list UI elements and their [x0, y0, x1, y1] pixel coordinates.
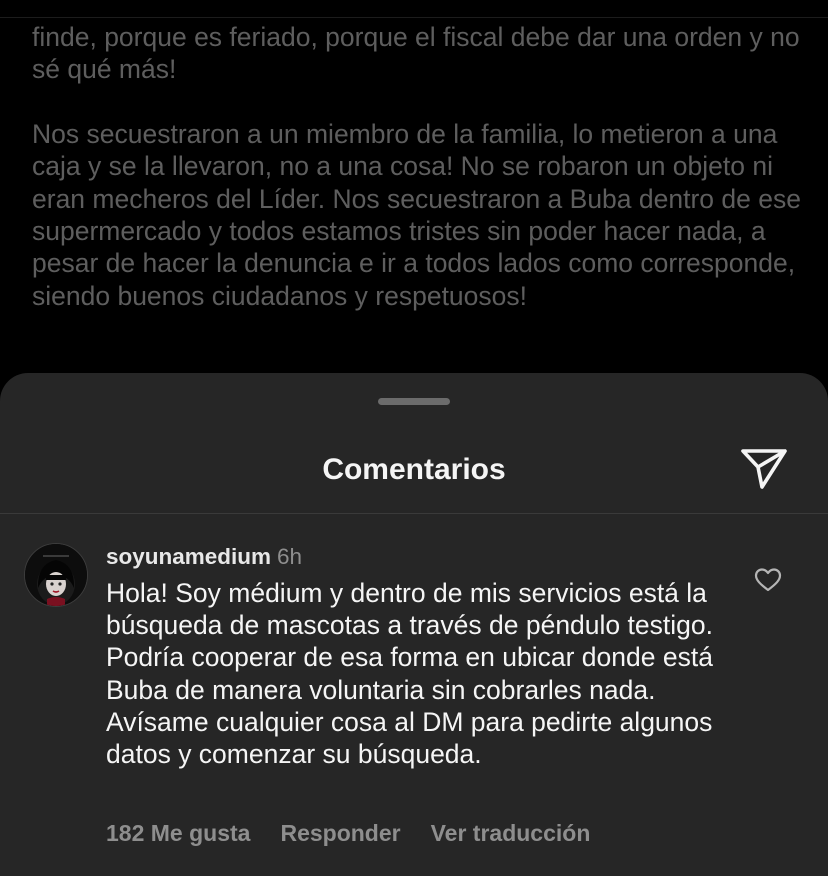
sheet-drag-handle[interactable]: [378, 398, 450, 405]
translate-button[interactable]: Ver traducción: [431, 820, 591, 846]
avatar[interactable]: [24, 543, 88, 607]
comment-header: soyunamedium 6h: [106, 540, 302, 574]
top-divider: [0, 17, 828, 18]
paper-plane-icon[interactable]: [740, 447, 788, 491]
post-paragraph: Nos secuestraron a un miembro de la fami…: [32, 118, 801, 311]
sheet-divider: [0, 513, 828, 514]
comments-sheet: Comentarios soyunamedium 6h Hola! Soy mé…: [0, 373, 828, 876]
sheet-title: Comentarios: [322, 453, 506, 486]
comment-actions: 182 Me gusta Responder Ver traducción: [106, 816, 620, 850]
likes-count[interactable]: 182 Me gusta: [106, 820, 250, 846]
post-paragraph: finde, porque es feriado, porque el fisc…: [32, 22, 800, 85]
comment-username[interactable]: soyunamedium: [106, 544, 271, 569]
reply-button[interactable]: Responder: [280, 820, 400, 846]
comment-timestamp: 6h: [277, 544, 303, 569]
heart-icon[interactable]: [754, 567, 782, 593]
comment-text: Hola! Soy médium y dentro de mis servici…: [106, 578, 713, 770]
post-caption: finde, porque es feriado, porque el fisc…: [32, 21, 807, 344]
